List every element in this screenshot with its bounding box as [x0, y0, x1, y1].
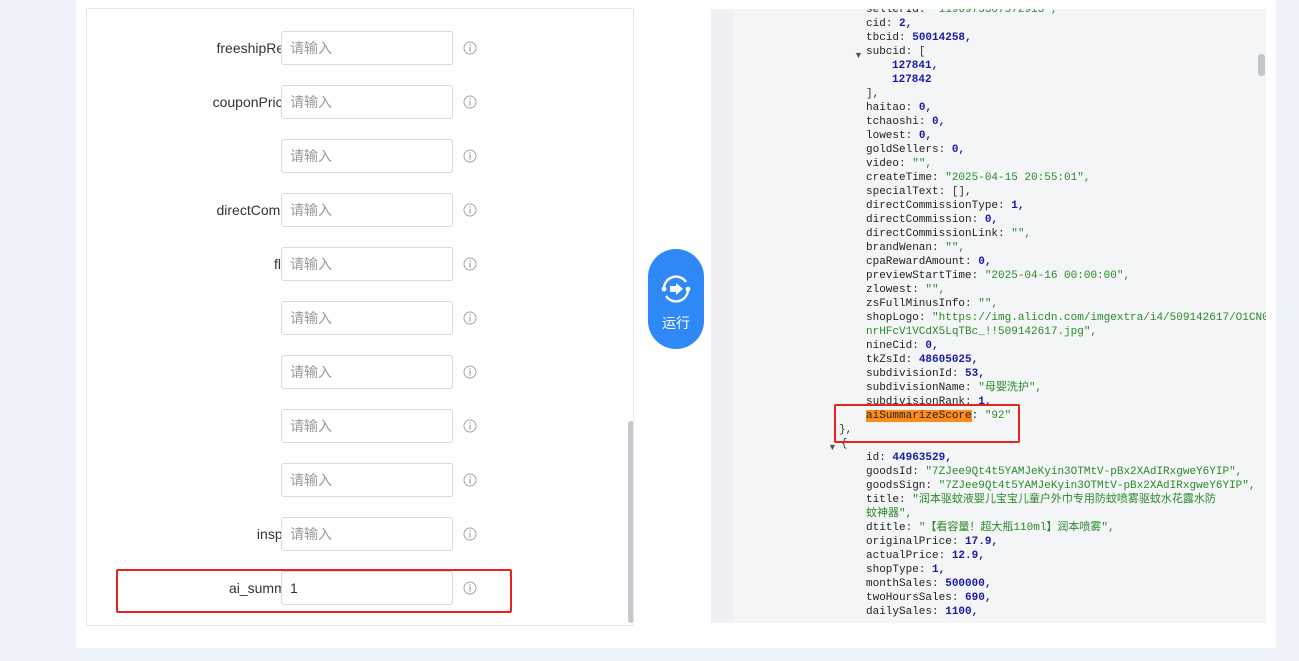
json-line: {	[841, 438, 848, 450]
info-circle-icon[interactable]	[463, 149, 477, 163]
info-circle-icon[interactable]	[463, 419, 477, 433]
json-line: createTime: "2025-04-15 20:55:01",	[866, 172, 1091, 184]
form-row: hasCoupon:	[87, 463, 627, 497]
info-circle-icon[interactable]	[463, 365, 477, 379]
field-input[interactable]	[281, 139, 453, 173]
json-line: monthSales: 500000,	[866, 578, 992, 590]
run-button[interactable]: 运行	[648, 249, 704, 349]
field-input[interactable]	[281, 301, 453, 335]
json-line: subdivisionName: "母婴洗护",	[866, 382, 1043, 394]
json-line: goldSellers: 0,	[866, 144, 966, 156]
json-line: nineCid: 0,	[866, 340, 939, 352]
json-line: tbcid: 50014258,	[866, 32, 972, 44]
info-circle-icon[interactable]	[463, 473, 477, 487]
info-circle-icon[interactable]	[463, 41, 477, 55]
form-row: isNew :	[87, 301, 627, 335]
field-input[interactable]	[281, 193, 453, 227]
json-line: 127842	[892, 74, 932, 86]
json-gutter	[711, 9, 733, 623]
form-row: inspectedGoods:	[87, 517, 627, 551]
json-line: haitao: 0,	[866, 102, 933, 114]
json-line: tkZsId: 48605025,	[866, 354, 979, 366]
json-line: shopLogo: "https://img.alicdn.com/imgext…	[866, 312, 1266, 324]
json-result-viewer[interactable]: sellerId: "1196975307572913", cid: 2, tbci…	[711, 9, 1266, 623]
json-line: zlowest: "",	[866, 284, 946, 296]
form-row: preSale:	[87, 139, 627, 173]
json-line: directCommissionType: 1,	[866, 200, 1025, 212]
json-line: zsFullMinusInfo: "",	[866, 298, 999, 310]
form-row: couponPriceLowerLimit:	[87, 85, 627, 119]
info-circle-icon[interactable]	[463, 203, 477, 217]
json-line: goodsId: "7ZJee9Qt4t5YAMJeKyin3OTMtV-pBx…	[866, 466, 1243, 478]
json-line: dtitle: "【看容量！超大瓶110ml】润本喷雾",	[866, 522, 1115, 534]
json-line: cid: 2,	[866, 18, 913, 30]
collapse-caret-icon[interactable]: ▼	[854, 50, 863, 60]
json-line: brandWenan: "",	[866, 242, 966, 254]
form-row: activityId:	[87, 409, 627, 443]
json-line: originalPrice: 17.9,	[866, 536, 999, 548]
info-circle-icon[interactable]	[463, 581, 477, 595]
json-line: subdivisionId: 53,	[866, 368, 985, 380]
json-line: dailySales: 1100,	[866, 606, 979, 618]
json-line: previewStartTime: "2025-04-16 00:00:00",	[866, 270, 1131, 282]
field-input[interactable]	[281, 355, 453, 389]
form-row: lowestPrice :	[87, 355, 627, 389]
field-input[interactable]	[281, 247, 453, 281]
json-line: subdivisionRank: 1,	[866, 396, 992, 408]
json-scrollbar[interactable]	[1258, 54, 1265, 76]
info-circle-icon[interactable]	[463, 311, 477, 325]
json-line: title: "润本驱蚊液婴儿宝宝儿童户外巾专用防蚊喷雾驱蚊水花露水防	[866, 494, 1216, 506]
form-row: ai_summarize_score:	[87, 571, 627, 605]
params-form: freeshipRemoteDistrict: couponPriceLowerL…	[86, 8, 634, 626]
field-input[interactable]	[281, 571, 453, 605]
json-line: tchaoshi: 0,	[866, 116, 946, 128]
json-line: twoHoursSales: 690,	[866, 592, 992, 604]
json-line: video: "",	[866, 158, 933, 170]
form-scrollbar[interactable]	[628, 421, 633, 623]
info-circle-icon[interactable]	[463, 527, 477, 541]
field-input[interactable]	[281, 463, 453, 497]
json-line: actualPrice: 12.9,	[866, 550, 985, 562]
field-input[interactable]	[281, 85, 453, 119]
form-row: directCommissionType:	[87, 193, 627, 227]
json-line: shopType: 1,	[866, 564, 946, 576]
run-icon	[661, 275, 691, 303]
info-circle-icon[interactable]	[463, 257, 477, 271]
json-line: 127841,	[892, 60, 939, 72]
form-row: freeshipRemoteDistrict:	[87, 31, 627, 65]
json-line: ],	[866, 88, 880, 100]
field-input[interactable]	[281, 517, 453, 551]
json-line: id: 44963529,	[866, 452, 952, 464]
json-line: cpaRewardAmount: 0,	[866, 256, 992, 268]
json-line: goodsSign: "7ZJee9Qt4t5YAMJeKyin3OTMtV-p…	[866, 480, 1256, 492]
collapse-caret-icon[interactable]: ▼	[828, 442, 837, 452]
json-line: sellerId: "1196975307572913",	[866, 9, 1058, 16]
json-line: },	[839, 424, 853, 436]
form-row: flagShipStore:	[87, 247, 627, 281]
json-line: subcid: [	[866, 46, 926, 58]
json-line: directCommission: 0,	[866, 214, 999, 226]
field-input[interactable]	[281, 31, 453, 65]
field-input[interactable]	[281, 409, 453, 443]
json-line: aiSummarizeScore: "92"	[866, 410, 1012, 422]
json-line: lowest: 0,	[866, 130, 933, 142]
info-circle-icon[interactable]	[463, 95, 477, 109]
json-line: directCommissionLink: "",	[866, 228, 1032, 240]
json-line: specialText: [],	[866, 186, 972, 198]
json-line: nrHFcV1VCdX5LqTBc_!!509142617.jpg",	[866, 326, 1098, 338]
json-line: 蚊神器",	[866, 508, 913, 520]
run-label: 运行	[662, 315, 690, 331]
